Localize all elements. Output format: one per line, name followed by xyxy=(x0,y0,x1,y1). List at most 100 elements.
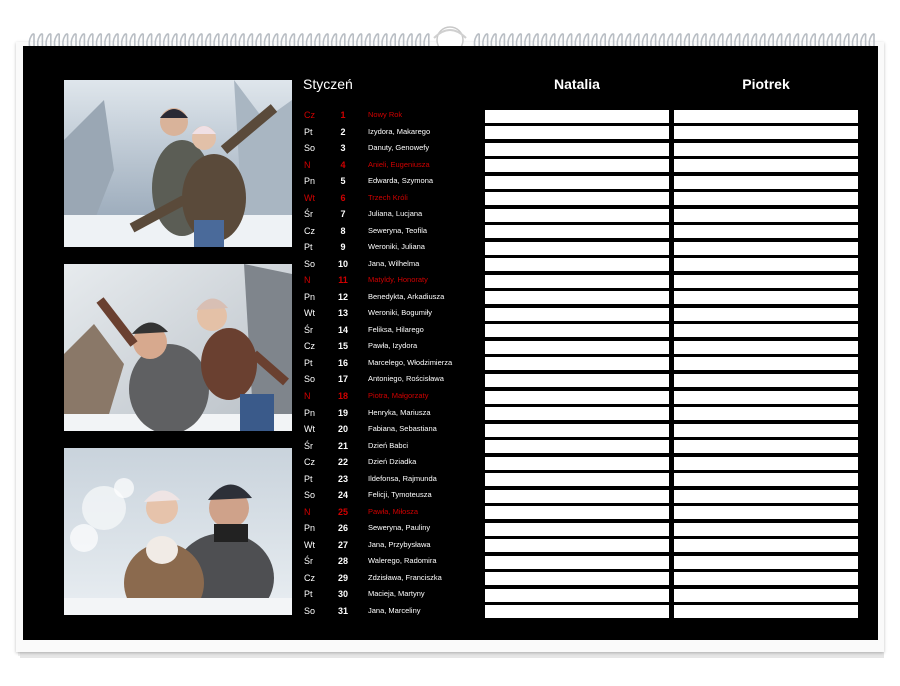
piotrek-cell[interactable] xyxy=(674,440,858,454)
name-day-label: Danuty, Genowefy xyxy=(368,143,430,153)
name-day-label: Henryka, Mariusza xyxy=(368,407,431,417)
natalia-cell[interactable] xyxy=(485,307,669,321)
name-day-label: Nowy Rok xyxy=(368,110,403,119)
piotrek-cell[interactable] xyxy=(674,588,858,602)
natalia-cell[interactable] xyxy=(485,340,669,354)
name-day-label: Jana, Przybysława xyxy=(368,539,431,549)
natalia-cell[interactable] xyxy=(485,109,669,123)
piotrek-cell[interactable] xyxy=(674,142,858,156)
day-number: 22 xyxy=(337,457,348,468)
natalia-cell[interactable] xyxy=(485,407,669,421)
piotrek-cell[interactable] xyxy=(674,241,858,255)
piotrek-cell[interactable] xyxy=(674,572,858,586)
day-number: 2 xyxy=(340,126,346,137)
natalia-cell[interactable] xyxy=(485,258,669,272)
piotrek-cell[interactable] xyxy=(674,274,858,288)
natalia-cell[interactable] xyxy=(485,423,669,437)
weekday-label: N xyxy=(304,159,311,170)
piotrek-cell[interactable] xyxy=(674,291,858,305)
weekday-label: Pn xyxy=(304,291,316,302)
natalia-cell[interactable] xyxy=(485,522,669,536)
name-day-label: Ildefonsa, Rajmunda xyxy=(368,473,437,483)
piotrek-cell[interactable] xyxy=(674,373,858,387)
name-day-label: Walerego, Radomira xyxy=(368,556,437,566)
natalia-cell[interactable] xyxy=(485,506,669,520)
piotrek-cell[interactable] xyxy=(674,225,858,239)
piotrek-cell[interactable] xyxy=(674,307,858,321)
piotrek-cell[interactable] xyxy=(674,109,858,123)
name-day-label: Seweryna, Teofila xyxy=(368,225,428,235)
month-title: Styczeń xyxy=(303,76,353,92)
natalia-cell[interactable] xyxy=(485,605,669,619)
natalia-cell[interactable] xyxy=(485,572,669,586)
natalia-cell[interactable] xyxy=(485,225,669,239)
piotrek-cell[interactable] xyxy=(674,258,858,272)
name-day-label: Fabiana, Sebastiana xyxy=(368,424,437,434)
piotrek-cell[interactable] xyxy=(674,407,858,421)
weekday-label: Pt xyxy=(304,126,313,137)
day-number: 14 xyxy=(337,324,348,335)
piotrek-cell[interactable] xyxy=(674,489,858,503)
natalia-cell[interactable] xyxy=(485,291,669,305)
natalia-cell[interactable] xyxy=(485,456,669,470)
name-day-label: Edwarda, Szymona xyxy=(368,176,434,186)
piotrek-cell[interactable] xyxy=(674,126,858,140)
piotrek-cell[interactable] xyxy=(674,473,858,487)
piotrek-cell[interactable] xyxy=(674,192,858,206)
day-number: 25 xyxy=(337,506,348,517)
piotrek-cell[interactable] xyxy=(674,208,858,222)
day-number: 7 xyxy=(340,209,346,220)
natalia-cell[interactable] xyxy=(485,126,669,140)
weekday-label: Pn xyxy=(304,176,316,187)
natalia-cell[interactable] xyxy=(485,241,669,255)
natalia-cell[interactable] xyxy=(485,440,669,454)
piotrek-cell[interactable] xyxy=(674,423,858,437)
piotrek-cell[interactable] xyxy=(674,522,858,536)
natalia-cell[interactable] xyxy=(485,357,669,371)
day-number: 13 xyxy=(337,308,348,319)
natalia-cell[interactable] xyxy=(485,274,669,288)
day-number: 30 xyxy=(337,589,348,600)
weekday-label: Śr xyxy=(304,440,313,451)
natalia-cell[interactable] xyxy=(485,489,669,503)
day-number: 8 xyxy=(340,225,346,236)
piotrek-cell[interactable] xyxy=(674,456,858,470)
natalia-cell[interactable] xyxy=(485,159,669,173)
piotrek-cell[interactable] xyxy=(674,605,858,619)
piotrek-cell[interactable] xyxy=(674,390,858,404)
piotrek-cell[interactable] xyxy=(674,357,858,371)
natalia-cell[interactable] xyxy=(485,473,669,487)
name-day-label: Benedykta, Arkadiusza xyxy=(368,291,445,301)
weekday-label: Pt xyxy=(304,242,313,253)
name-day-label: Anieli, Eugeniusza xyxy=(368,159,430,169)
day-number: 6 xyxy=(340,192,346,203)
day-number: 5 xyxy=(340,176,346,187)
natalia-cell[interactable] xyxy=(485,390,669,404)
piotrek-cell[interactable] xyxy=(674,555,858,569)
natalia-cell[interactable] xyxy=(485,373,669,387)
piotrek-cell[interactable] xyxy=(674,506,858,520)
natalia-cell[interactable] xyxy=(485,142,669,156)
day-number: 27 xyxy=(337,539,348,550)
weekday-label: Cz xyxy=(304,572,315,583)
photo-couple-piggyback-snow xyxy=(64,80,292,247)
natalia-cell[interactable] xyxy=(485,539,669,553)
weekday-label: Pn xyxy=(304,523,316,534)
name-day-label: Jana, Wilhelma xyxy=(368,258,420,268)
weekday-label: Cz xyxy=(304,110,315,120)
weekday-label: Pt xyxy=(304,589,313,600)
piotrek-cell[interactable] xyxy=(674,324,858,338)
natalia-cell[interactable] xyxy=(485,192,669,206)
natalia-cell[interactable] xyxy=(485,588,669,602)
natalia-cell[interactable] xyxy=(485,324,669,338)
natalia-cell[interactable] xyxy=(485,555,669,569)
natalia-cell[interactable] xyxy=(485,208,669,222)
natalia-cell[interactable] xyxy=(485,175,669,189)
piotrek-cell[interactable] xyxy=(674,539,858,553)
weekday-label: So xyxy=(304,490,316,501)
name-day-label: Pawła, Izydora xyxy=(368,341,418,351)
piotrek-cell[interactable] xyxy=(674,159,858,173)
weekday-label: Śr xyxy=(304,209,313,220)
piotrek-cell[interactable] xyxy=(674,340,858,354)
piotrek-cell[interactable] xyxy=(674,175,858,189)
